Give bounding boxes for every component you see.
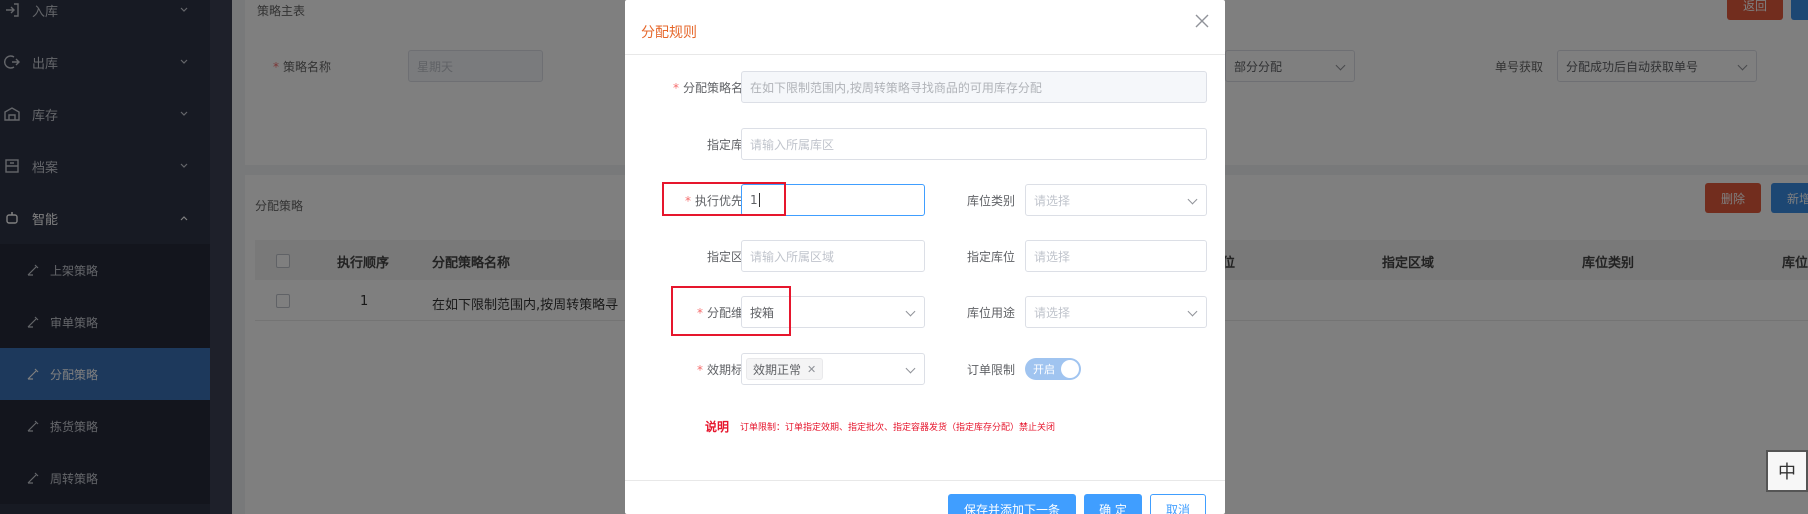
- expiry-tag: 效期正常 ✕: [746, 358, 824, 380]
- chevron-down-icon: [1187, 194, 1198, 205]
- location-use-field-label: 库位用途: [966, 306, 1015, 320]
- area-field-label: 指定区域: [706, 250, 755, 264]
- expiry-field-label: * 效期标记: [696, 363, 755, 377]
- note-label: 说明: [705, 420, 730, 434]
- header-divider: [625, 54, 1225, 55]
- allocation-rule-dialog: 分配规则 * 分配策略名称 在如下限制范围内,按周转策略寻找商品的可用库存分配 指…: [625, 0, 1225, 514]
- close-icon[interactable]: [1193, 12, 1211, 30]
- chevron-down-icon: [1187, 306, 1198, 317]
- location-use-placeholder: 请选择: [1034, 305, 1071, 320]
- confirm-button[interactable]: 确 定: [1084, 494, 1142, 514]
- strategy-name-field[interactable]: 在如下限制范围内,按周转策略寻找商品的可用库存分配: [741, 71, 1207, 103]
- footer-divider: [625, 480, 1225, 481]
- location-placeholder: 请选择: [1034, 249, 1071, 264]
- zone-input[interactable]: 请输入所属库区: [741, 128, 1207, 160]
- zone-placeholder: 请输入所属库区: [750, 137, 835, 152]
- switch-label: 开启: [1033, 363, 1055, 376]
- cancel-button[interactable]: 取消: [1150, 494, 1206, 514]
- save-and-add-next-button[interactable]: 保存并添加下一条: [948, 494, 1076, 514]
- location-field-label: 指定库位: [966, 250, 1015, 264]
- location-type-select[interactable]: 请选择: [1025, 184, 1207, 216]
- switch-knob: [1061, 360, 1079, 378]
- note-text: 订单限制：订单指定效期、指定批次、指定容器发货（指定库存分配）禁止关闭: [740, 423, 1056, 433]
- annotation-box-dimension: [671, 286, 791, 336]
- chevron-down-icon: [905, 363, 916, 374]
- location-select[interactable]: 请选择: [1025, 240, 1207, 272]
- chevron-down-icon: [905, 306, 916, 317]
- zone-field-label: 指定库区: [706, 138, 755, 152]
- location-type-field-label: 库位类别: [966, 194, 1015, 208]
- location-use-select[interactable]: 请选择: [1025, 296, 1207, 328]
- dialog-title: 分配规则: [641, 25, 697, 41]
- order-limit-switch[interactable]: 开启: [1025, 358, 1081, 380]
- expiry-multiselect[interactable]: 效期正常 ✕: [741, 353, 925, 385]
- area-input[interactable]: 请输入所属区域: [741, 240, 925, 272]
- annotation-box-priority: [662, 182, 786, 216]
- area-placeholder: 请输入所属区域: [750, 249, 835, 264]
- location-type-placeholder: 请选择: [1034, 193, 1071, 208]
- order-limit-field-label: 订单限制: [966, 363, 1015, 377]
- strategy-name-field-label: * 分配策略名称: [672, 81, 755, 95]
- tag-close-icon[interactable]: ✕: [807, 363, 816, 376]
- ime-indicator[interactable]: 中: [1766, 450, 1808, 492]
